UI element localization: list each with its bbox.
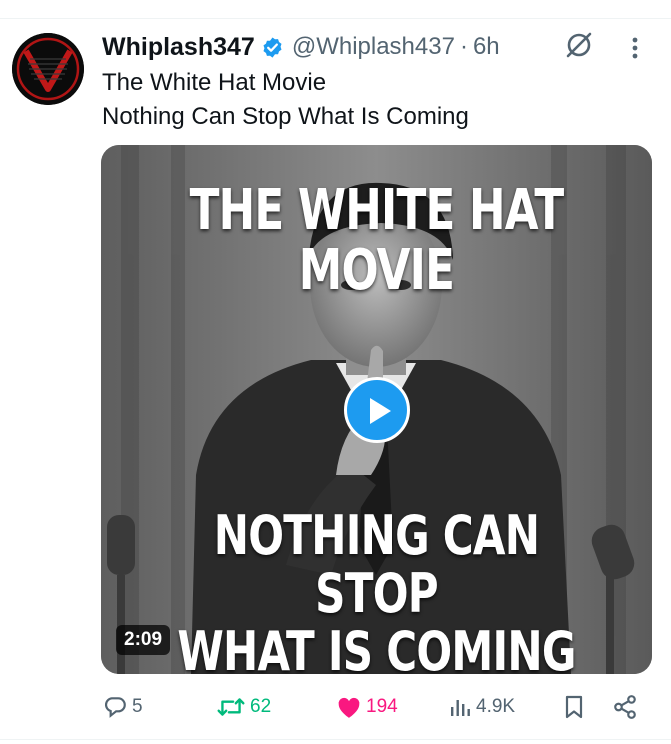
timestamp[interactable]: 6h xyxy=(473,33,500,61)
views-count: 4.9K xyxy=(476,696,516,717)
video-duration: 2:09 xyxy=(116,625,171,655)
action-bar: 5 62 194 4.9K xyxy=(102,690,647,724)
views-button[interactable]: 4.9K xyxy=(448,690,515,724)
display-name[interactable]: Whiplash347 xyxy=(102,33,255,62)
bookmark-button[interactable] xyxy=(562,690,586,724)
share-button[interactable] xyxy=(612,690,638,724)
retweet-icon xyxy=(217,698,245,716)
retweet-count: 62 xyxy=(250,696,272,717)
bookmark-icon xyxy=(565,695,583,719)
video-player[interactable]: THE WHITE HAT MOVIE NOTHING CAN STOP WHA… xyxy=(101,145,652,674)
top-divider xyxy=(0,0,671,19)
verified-badge-icon xyxy=(263,36,282,58)
tweet-header: Whiplash347 @Whiplash437 · 6h xyxy=(102,30,500,64)
video-caption-line-2: WHAT IS COMING xyxy=(177,620,576,675)
like-icon xyxy=(338,697,360,718)
more-icon[interactable] xyxy=(626,34,644,64)
like-button[interactable]: 194 xyxy=(336,690,398,724)
reply-icon xyxy=(104,697,126,718)
video-caption-top: THE WHITE HAT MOVIE xyxy=(189,178,565,303)
handle[interactable]: @Whiplash437 xyxy=(292,33,455,61)
video-caption-bottom: NOTHING CAN STOP WHAT IS COMING xyxy=(162,504,592,675)
play-button[interactable] xyxy=(344,377,410,443)
tweet-text: The White Hat Movie Nothing Can Stop Wha… xyxy=(102,66,469,134)
avatar[interactable] xyxy=(12,33,84,105)
tweet-line-1: The White Hat Movie xyxy=(102,69,327,96)
retweet-button[interactable]: 62 xyxy=(216,690,271,724)
video-caption-line-1: NOTHING CAN STOP xyxy=(213,504,540,625)
views-icon xyxy=(451,700,470,716)
reply-button[interactable]: 5 xyxy=(102,690,143,724)
bottom-divider xyxy=(0,739,671,740)
play-icon xyxy=(370,398,391,424)
grok-icon[interactable] xyxy=(564,30,594,60)
like-count: 194 xyxy=(366,696,398,717)
tweet-line-2: Nothing Can Stop What Is Coming xyxy=(102,103,469,130)
reply-count: 5 xyxy=(132,696,143,717)
share-icon xyxy=(614,695,636,719)
separator-dot: · xyxy=(459,33,468,60)
